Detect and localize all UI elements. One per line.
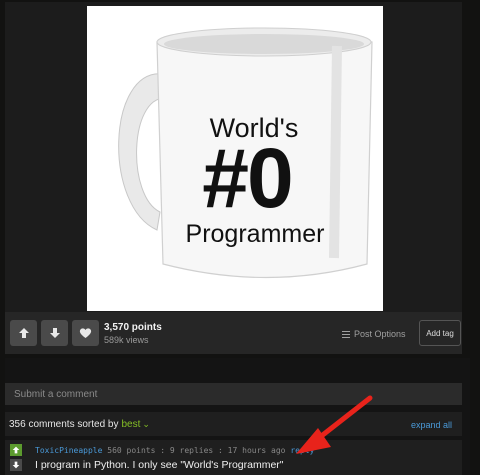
upvote-icon [18, 328, 29, 338]
comment-stats: 560 points : 9 replies : 17 hours ago [107, 446, 286, 455]
comment-meta: ToxicPineapple 560 points : 9 replies : … [35, 446, 314, 455]
comments-sort-bar: 356 comments sorted by best ⌄ [5, 412, 462, 436]
sort-dropdown[interactable]: best [122, 419, 141, 430]
downvote-button[interactable] [41, 320, 68, 346]
downvote-icon [12, 461, 20, 469]
post-action-bar: 3,570 points 589k views Post Options Add… [5, 312, 462, 354]
comment-input[interactable]: Submit a comment [5, 383, 462, 405]
post-options-label: Post Options [354, 329, 406, 339]
add-tag-button[interactable]: Add tag [419, 320, 461, 346]
favorite-button[interactable] [72, 320, 99, 346]
comment-username[interactable]: ToxicPineapple [35, 446, 102, 455]
comment-upvote-button[interactable] [10, 444, 22, 456]
mug-text-number: #0 [202, 131, 293, 225]
post-options-button[interactable]: Post Options [342, 329, 406, 339]
heart-icon [79, 328, 92, 338]
post-points: 3,570 points [104, 322, 162, 333]
comment-count: 356 comments sorted by [9, 418, 119, 430]
chevron-down-icon[interactable]: ⌄ [142, 419, 150, 430]
comment-downvote-button[interactable] [10, 459, 22, 471]
downvote-icon [49, 328, 60, 338]
menu-icon [342, 330, 350, 338]
comment-text: I program in Python. I only see "World's… [35, 459, 284, 471]
mug-text-programmer: Programmer [185, 220, 325, 248]
post-views: 589k views [104, 335, 149, 345]
upvote-icon [12, 446, 20, 454]
comment-reply-link[interactable]: reply [290, 446, 314, 455]
upvote-button[interactable] [10, 320, 37, 346]
expand-all-link[interactable]: expand all [411, 420, 452, 430]
comment-item: ToxicPineapple 560 points : 9 replies : … [5, 440, 462, 475]
post-image[interactable]: World's #0 Programmer [87, 6, 383, 311]
